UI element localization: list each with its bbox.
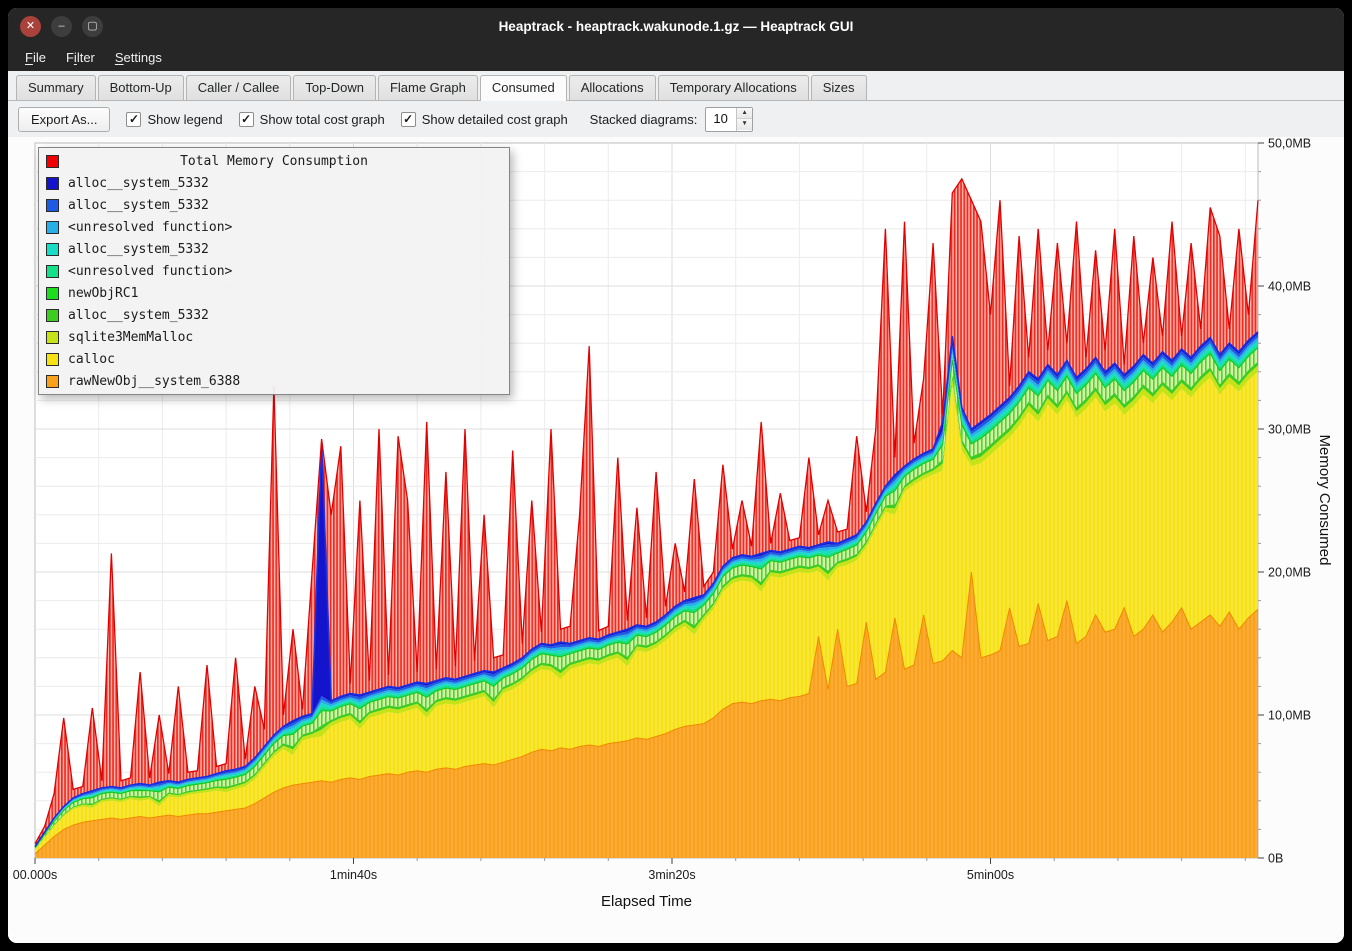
legend-label: alloc__system_5332 <box>68 308 209 323</box>
legend-label: alloc__system_5332 <box>68 176 209 191</box>
legend-swatch <box>46 331 59 344</box>
spinbox-arrows: ▲ ▼ <box>736 108 751 131</box>
menu-settings[interactable]: Settings <box>106 47 171 68</box>
svg-text:00.000s: 00.000s <box>13 868 57 882</box>
tab-bar: Summary Bottom-Up Caller / Callee Top-Do… <box>8 71 1344 101</box>
window-title: Heaptrack - heaptrack.wakunode.1.gz — He… <box>8 19 1344 34</box>
stacked-diagrams-spinbox[interactable]: 10 ▲ ▼ <box>705 107 752 132</box>
legend-swatch <box>46 375 59 388</box>
tab-allocations[interactable]: Allocations <box>569 75 656 100</box>
legend-label: rawNewObj__system_6388 <box>68 374 240 389</box>
svg-text:1min40s: 1min40s <box>330 868 377 882</box>
legend-label: sqlite3MemMalloc <box>68 330 193 345</box>
checkbox-check-icon: ✓ <box>401 112 416 127</box>
legend-label: <unresolved function> <box>68 220 232 235</box>
svg-text:40,0MB: 40,0MB <box>1268 280 1311 294</box>
tab-top-down[interactable]: Top-Down <box>293 75 376 100</box>
legend-item[interactable]: calloc <box>39 348 509 370</box>
legend-item[interactable]: <unresolved function> <box>39 260 509 282</box>
svg-text:30,0MB: 30,0MB <box>1268 423 1311 437</box>
menubar: File Filter Settings <box>8 44 1344 71</box>
svg-text:0B: 0B <box>1268 852 1283 866</box>
menu-filter[interactable]: Filter <box>57 47 104 68</box>
legend-label: calloc <box>68 352 115 367</box>
legend-swatch <box>46 243 59 256</box>
maximize-icon: ▢ <box>87 21 97 32</box>
minimize-icon: – <box>58 21 64 32</box>
svg-text:50,0MB: 50,0MB <box>1268 137 1311 151</box>
close-button[interactable]: ✕ <box>20 16 41 37</box>
consumed-chart: 00.000s 1min40s 3min20s 5min00s 0B 10,0MB 20,0… <box>8 137 1344 943</box>
svg-text:5min00s: 5min00s <box>967 868 1014 882</box>
legend-label: alloc__system_5332 <box>68 242 209 257</box>
x-axis-title: Elapsed Time <box>35 893 1258 910</box>
svg-text:20,0MB: 20,0MB <box>1268 566 1311 580</box>
maximize-button[interactable]: ▢ <box>82 16 103 37</box>
legend-label: alloc__system_5332 <box>68 198 209 213</box>
titlebar[interactable]: ✕ – ▢ Heaptrack - heaptrack.wakunode.1.g… <box>8 8 1344 44</box>
tab-bottom-up[interactable]: Bottom-Up <box>98 75 184 100</box>
menu-file[interactable]: File <box>16 47 55 68</box>
checkbox-label: Show total cost graph <box>260 112 385 127</box>
close-icon: ✕ <box>26 21 35 32</box>
chart-legend: Total Memory Consumption alloc__system_53… <box>38 147 510 395</box>
tab-temporary-allocations[interactable]: Temporary Allocations <box>658 75 809 100</box>
spin-up-icon[interactable]: ▲ <box>737 108 751 120</box>
tab-flame-graph[interactable]: Flame Graph <box>378 75 478 100</box>
svg-text:3min20s: 3min20s <box>648 868 695 882</box>
legend-item[interactable]: alloc__system_5332 <box>39 304 509 326</box>
minimize-button[interactable]: – <box>51 16 72 37</box>
tab-summary[interactable]: Summary <box>16 75 96 100</box>
checkbox-check-icon: ✓ <box>126 112 141 127</box>
stacked-diagrams-label: Stacked diagrams: <box>590 112 698 127</box>
checkbox-check-icon: ✓ <box>239 112 254 127</box>
legend-swatch <box>46 309 59 322</box>
spinbox-value[interactable]: 10 <box>706 108 736 131</box>
legend-title-row: Total Memory Consumption <box>39 150 509 172</box>
legend-item[interactable]: alloc__system_5332 <box>39 238 509 260</box>
legend-swatch <box>46 177 59 190</box>
show-total-cost-graph-checkbox[interactable]: ✓ Show total cost graph <box>239 112 385 127</box>
legend-item[interactable]: sqlite3MemMalloc <box>39 326 509 348</box>
legend-swatch <box>46 221 59 234</box>
legend-item[interactable]: rawNewObj__system_6388 <box>39 370 509 392</box>
legend-swatch <box>46 287 59 300</box>
legend-swatch <box>46 353 59 366</box>
checkbox-label: Show detailed cost graph <box>422 112 568 127</box>
legend-title: Total Memory Consumption <box>68 154 480 169</box>
show-detailed-cost-graph-checkbox[interactable]: ✓ Show detailed cost graph <box>401 112 568 127</box>
legend-item[interactable]: alloc__system_5332 <box>39 172 509 194</box>
checkbox-label: Show legend <box>147 112 222 127</box>
tab-caller-callee[interactable]: Caller / Callee <box>186 75 292 100</box>
y-axis-title: Memory Consumed <box>1316 435 1333 566</box>
legend-label: <unresolved function> <box>68 264 232 279</box>
export-as-button[interactable]: Export As... <box>18 107 110 132</box>
show-legend-checkbox[interactable]: ✓ Show legend <box>126 112 222 127</box>
legend-swatch <box>46 199 59 212</box>
legend-item[interactable]: alloc__system_5332 <box>39 194 509 216</box>
legend-total-swatch <box>46 155 59 168</box>
window-controls: ✕ – ▢ <box>20 8 103 44</box>
legend-label: newObjRC1 <box>68 286 138 301</box>
app-window: ✕ – ▢ Heaptrack - heaptrack.wakunode.1.g… <box>8 8 1344 943</box>
legend-swatch <box>46 265 59 278</box>
svg-text:10,0MB: 10,0MB <box>1268 709 1311 723</box>
legend-item[interactable]: <unresolved function> <box>39 216 509 238</box>
tab-consumed[interactable]: Consumed <box>480 75 567 101</box>
legend-item[interactable]: newObjRC1 <box>39 282 509 304</box>
chart-toolbar: Export As... ✓ Show legend ✓ Show total … <box>8 101 1344 137</box>
spin-down-icon[interactable]: ▼ <box>737 119 751 130</box>
tab-sizes[interactable]: Sizes <box>811 75 867 100</box>
